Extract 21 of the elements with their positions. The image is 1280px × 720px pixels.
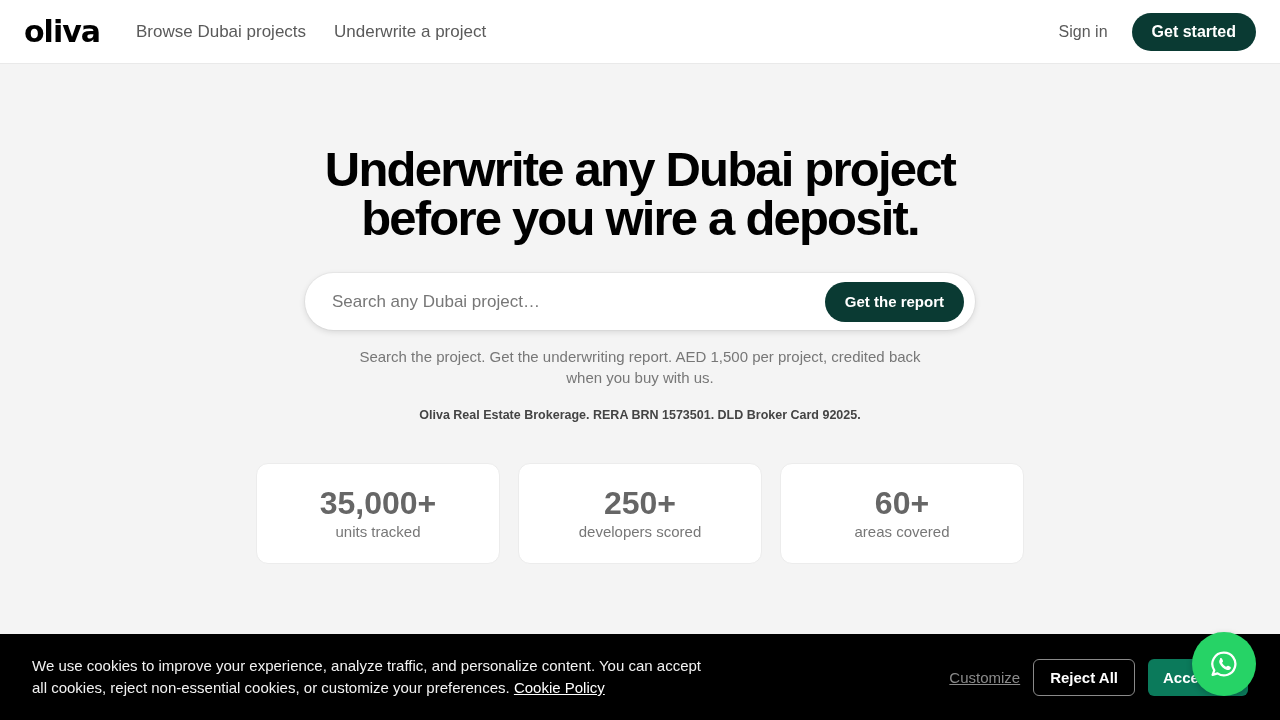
get-started-button[interactable]: Get started <box>1131 12 1256 51</box>
sign-in-link[interactable]: Sign in <box>1058 22 1108 41</box>
stat-value: 35,000+ <box>319 484 437 522</box>
nav-link[interactable]: Browse Dubai projects <box>136 21 307 42</box>
get-report-button[interactable]: Get the report <box>824 281 964 322</box>
stat-label: units tracked <box>335 522 421 542</box>
phone-speech-bubble-icon <box>1210 650 1238 678</box>
stat-label: areas covered <box>854 522 950 542</box>
stat-value: 250+ <box>603 484 677 522</box>
search-field[interactable]: Search any Dubai project… Get the report <box>305 273 975 330</box>
oliva-logo[interactable]: oliva <box>24 17 100 46</box>
stat-value: 60+ <box>874 484 930 522</box>
customize-link[interactable]: Customize <box>949 668 1021 686</box>
cookie-policy-link[interactable]: Cookie Policy <box>513 679 605 696</box>
hero-title: Underwrite any Dubai project before you wire a deposit. <box>324 145 956 243</box>
hero-description: Search the project. Get the underwriting report. AED 1,500 per project, credited back when you buy with us. <box>358 347 922 388</box>
cookie-message: We use cookies to improve your experience, analyze traffic, and personalize content. You can accept all cookies, reject non-essential cookies, or customize your preferences. Cookie Policy <box>32 655 702 698</box>
stat-label: developers scored <box>578 522 702 542</box>
reject-button[interactable]: Reject All <box>1033 658 1135 696</box>
license-note: Oliva Real Estate Brokerage. RERA BRN 1573501. DLD Broker Card 92025. <box>419 408 861 422</box>
nav-link[interactable]: Underwrite a project <box>334 21 487 42</box>
